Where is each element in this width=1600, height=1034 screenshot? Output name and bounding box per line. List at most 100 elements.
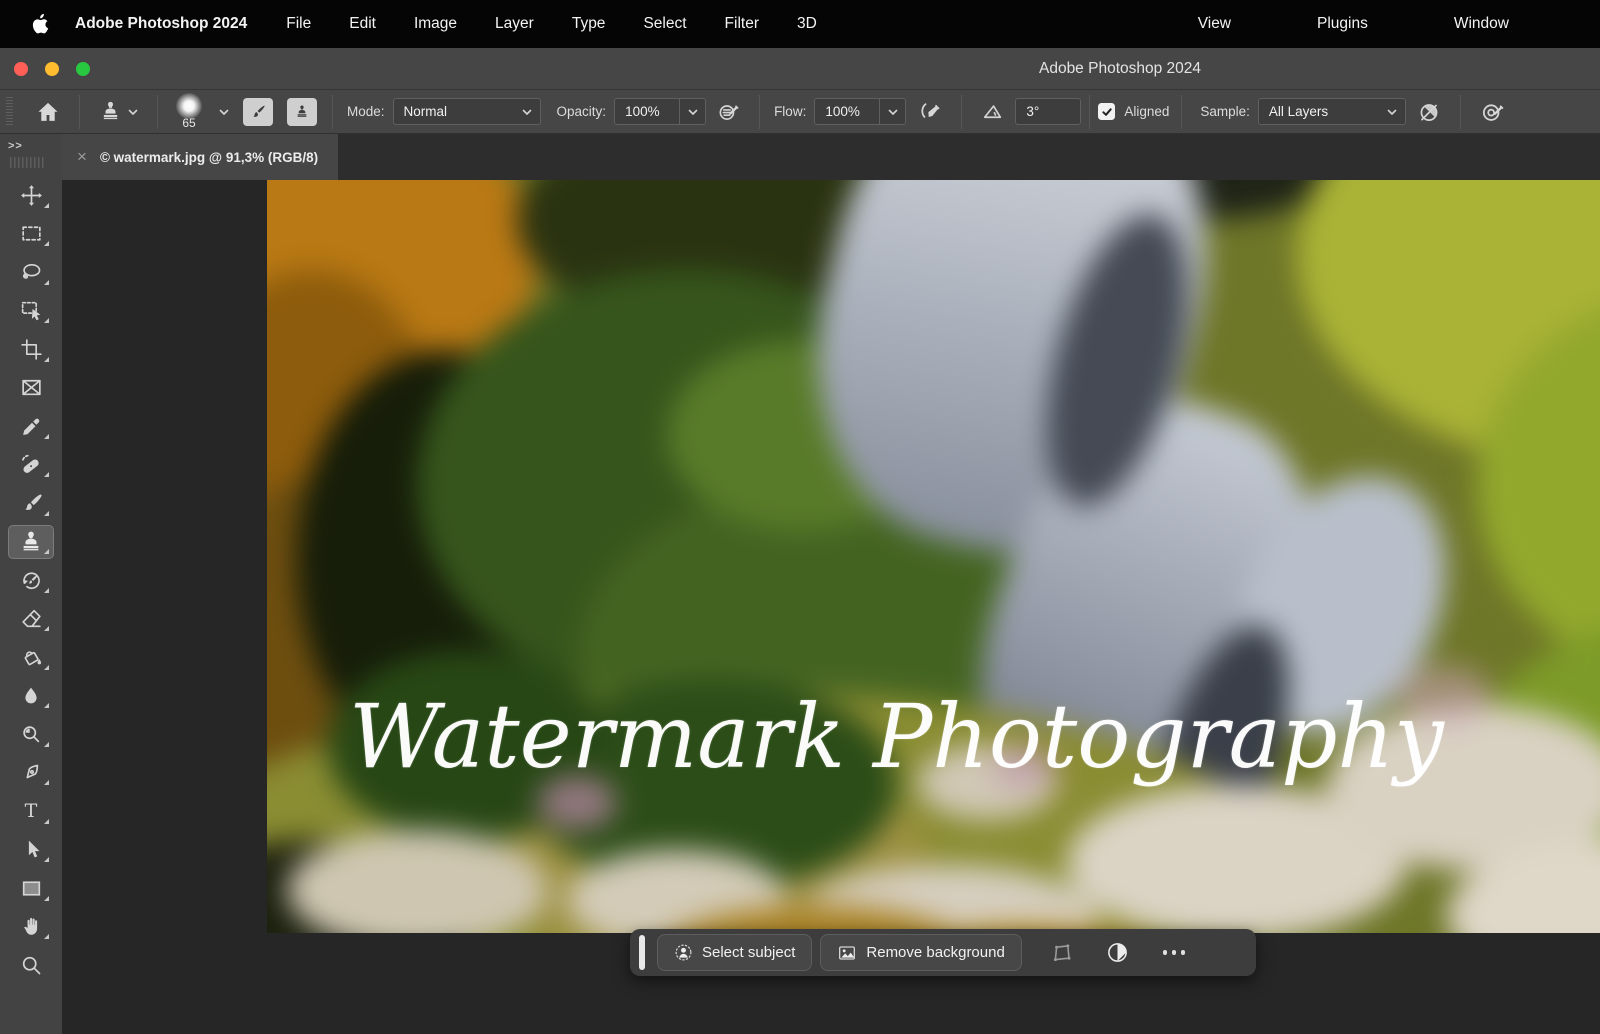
separator: [1460, 95, 1461, 129]
sample-select[interactable]: All Layers: [1258, 98, 1406, 125]
remove-background-button[interactable]: Remove background: [820, 934, 1021, 971]
tools-panel-grip[interactable]: [10, 157, 46, 168]
taskbar-drag-handle[interactable]: [639, 935, 645, 970]
menu-layer[interactable]: Layer: [476, 15, 553, 33]
tab-close-icon[interactable]: ×: [77, 147, 87, 167]
menu-edit[interactable]: Edit: [330, 15, 395, 33]
ellipsis-icon: [1163, 950, 1186, 955]
tool-lasso[interactable]: [0, 253, 62, 292]
home-button[interactable]: [25, 92, 71, 132]
tool-dodge[interactable]: [0, 715, 62, 754]
more-options-button[interactable]: [1146, 950, 1202, 955]
flow-label: Flow:: [774, 104, 806, 119]
macos-menu-bar: Adobe Photoshop 2024 File Edit Image Lay…: [0, 0, 1600, 48]
menu-select[interactable]: Select: [624, 15, 705, 33]
watermark-text: Watermark Photography: [349, 685, 1444, 788]
tool-preset-picker[interactable]: [88, 92, 149, 132]
create-adjustment-button[interactable]: [1090, 941, 1146, 964]
clone-source-panel-button[interactable]: [287, 98, 317, 126]
separator: [759, 95, 760, 129]
tool-move[interactable]: [0, 176, 62, 215]
tool-path-selection[interactable]: [0, 831, 62, 870]
chevron-down-icon: [887, 106, 899, 118]
tool-object-selection[interactable]: [0, 292, 62, 331]
minimize-window-button[interactable]: [45, 62, 59, 76]
flow-value: 100%: [815, 104, 879, 119]
tool-frame[interactable]: [0, 369, 62, 408]
menu-image[interactable]: Image: [395, 15, 476, 33]
close-window-button[interactable]: [14, 62, 28, 76]
document-tab[interactable]: × © watermark.jpg @ 91,3% (RGB/8): [62, 134, 338, 180]
angle-icon: [980, 99, 1005, 124]
adjustment-contrast-icon: [1106, 941, 1129, 964]
document-image[interactable]: Watermark Photography: [267, 180, 1600, 933]
window-title-bar: Adobe Photoshop 2024: [0, 48, 1600, 90]
chevron-down-icon: [521, 106, 533, 118]
separator: [332, 95, 333, 129]
transform-image-button[interactable]: [1034, 941, 1090, 965]
sample-label: Sample:: [1200, 104, 1250, 119]
remove-background-icon: [837, 943, 857, 963]
angle-field[interactable]: 3°: [1015, 98, 1081, 125]
mode-select[interactable]: Normal: [393, 98, 541, 125]
select-subject-button[interactable]: Select subject: [657, 934, 812, 971]
tool-gradient[interactable]: [0, 638, 62, 677]
sample-value: All Layers: [1259, 104, 1379, 119]
pressure-size-icon: [1479, 98, 1506, 125]
flow-field[interactable]: 100%: [814, 98, 906, 125]
tools-panel: >>: [0, 134, 62, 1034]
menu-file[interactable]: File: [267, 15, 330, 33]
apple-menu-icon[interactable]: [0, 13, 75, 35]
brush-angle-indicator: [970, 92, 1015, 132]
menu-plugins[interactable]: Plugins: [1298, 15, 1387, 33]
chevron-down-icon: [1386, 106, 1398, 118]
tool-crop[interactable]: [0, 330, 62, 369]
tool-blur[interactable]: [0, 677, 62, 716]
options-bar-grip[interactable]: [6, 97, 13, 127]
chevron-down-icon[interactable]: [218, 106, 230, 118]
menu-filter[interactable]: Filter: [706, 15, 778, 33]
collapse-tools-button[interactable]: >>: [0, 134, 62, 155]
menu-window[interactable]: Window: [1435, 15, 1528, 33]
tool-clone-stamp[interactable]: [0, 523, 62, 562]
angle-value: 3°: [1016, 104, 1080, 119]
canvas-area[interactable]: Watermark Photography: [62, 180, 1600, 1034]
size-pressure-button[interactable]: [1469, 92, 1516, 132]
chevron-down-icon: [687, 106, 699, 118]
brush-settings-panel-button[interactable]: [243, 98, 273, 126]
aligned-checkbox[interactable]: [1098, 103, 1115, 120]
tool-rectangle[interactable]: [0, 869, 62, 908]
ignore-adjustment-layers-button[interactable]: [1406, 92, 1452, 132]
opacity-field[interactable]: 100%: [614, 98, 706, 125]
mode-label: Mode:: [347, 104, 385, 119]
airbrush-button[interactable]: [906, 92, 953, 132]
brush-preset-picker[interactable]: 65: [166, 92, 212, 132]
tool-type[interactable]: T: [0, 792, 62, 831]
airbrush-icon: [916, 98, 943, 125]
tool-rectangular-marquee[interactable]: [0, 215, 62, 254]
opacity-pressure-button[interactable]: [706, 92, 751, 132]
menu-3d[interactable]: 3D: [778, 15, 836, 33]
mode-value: Normal: [394, 104, 514, 119]
opacity-label: Opacity:: [557, 104, 607, 119]
eyedropper-slash-icon: [1416, 99, 1442, 125]
tool-eyedropper[interactable]: [0, 407, 62, 446]
tool-spot-healing-brush[interactable]: [0, 446, 62, 485]
clone-stamp-icon: [98, 99, 123, 124]
opacity-value: 100%: [615, 104, 679, 119]
document-tab-title: © watermark.jpg @ 91,3% (RGB/8): [100, 150, 318, 165]
menu-type[interactable]: Type: [553, 15, 625, 33]
tool-history-brush[interactable]: [0, 561, 62, 600]
tool-options-bar: 65 Mode: Normal Opacity: 100% Flow: 100%: [0, 90, 1600, 134]
zoom-window-button[interactable]: [76, 62, 90, 76]
tool-brush[interactable]: [0, 484, 62, 523]
menu-view[interactable]: View: [1179, 15, 1250, 33]
transform-icon: [1050, 941, 1074, 965]
tool-pen[interactable]: [0, 754, 62, 793]
separator: [79, 95, 80, 129]
menu-app-name[interactable]: Adobe Photoshop 2024: [75, 15, 267, 33]
tool-hand[interactable]: [0, 908, 62, 947]
tool-zoom[interactable]: [0, 946, 62, 985]
separator: [1089, 95, 1090, 129]
tool-eraser[interactable]: [0, 600, 62, 639]
